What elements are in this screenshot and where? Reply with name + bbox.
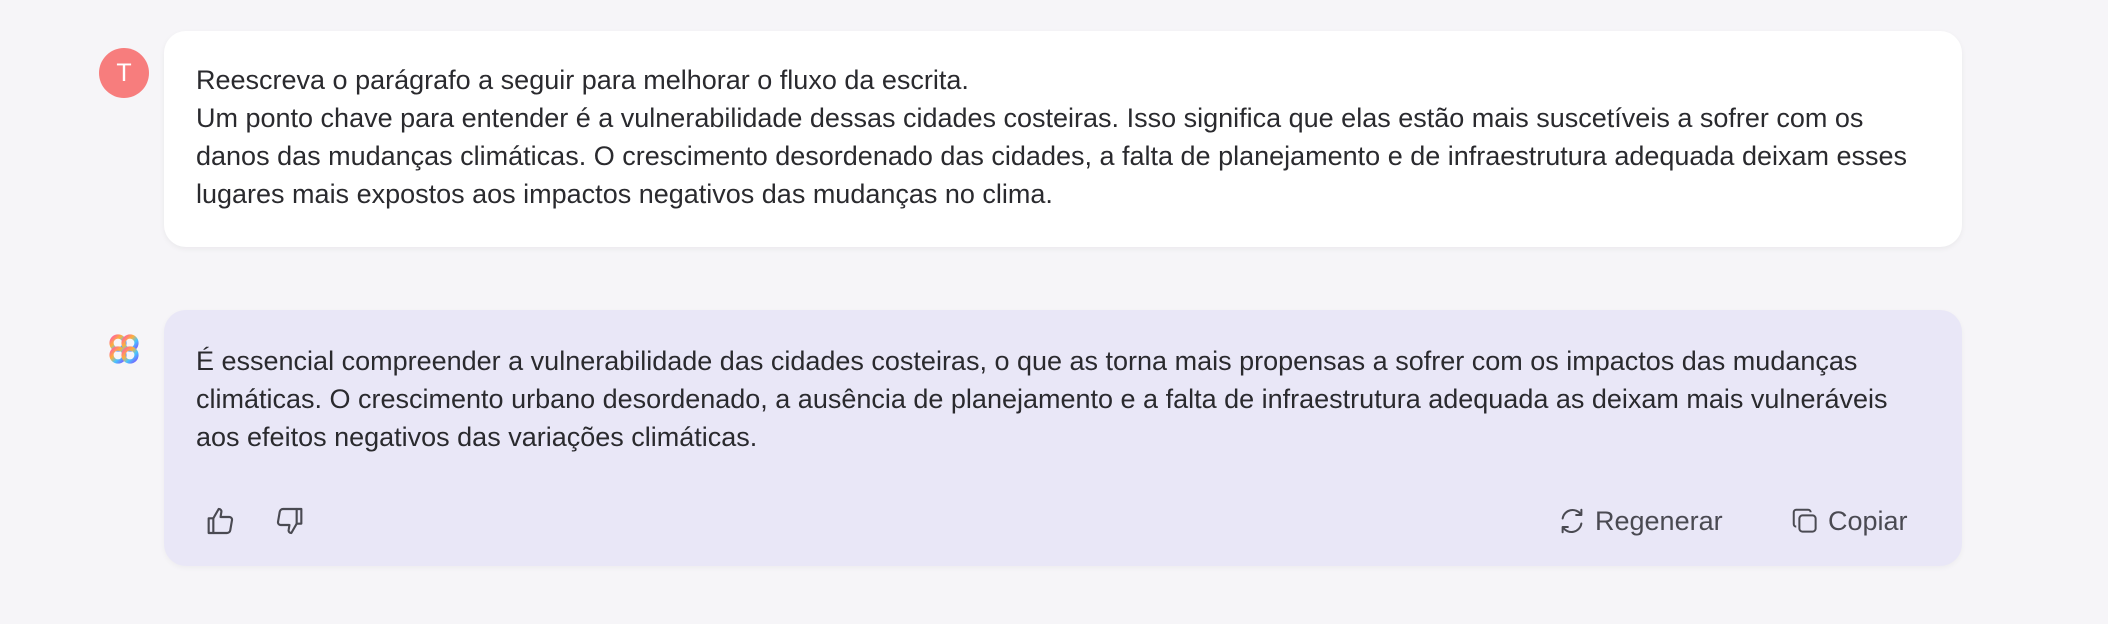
dislike-button[interactable]	[272, 503, 308, 539]
copy-button[interactable]: Copiar	[1790, 503, 1908, 539]
assistant-message-bubble: É essencial compreender a vulnerabilidad…	[164, 310, 1962, 566]
copy-label: Copiar	[1828, 505, 1908, 536]
regenerate-label: Regenerar	[1595, 505, 1723, 536]
message-actions: Regenerar Copiar	[164, 495, 1962, 545]
user-avatar-letter: T	[116, 58, 132, 87]
user-message-bubble: Reescreva o parágrafo a seguir para melh…	[164, 31, 1962, 247]
copy-icon	[1790, 506, 1820, 536]
user-avatar: T	[99, 48, 149, 98]
user-message-text: Reescreva o parágrafo a seguir para melh…	[196, 61, 1917, 213]
assistant-message-text: É essencial compreender a vulnerabilidad…	[196, 346, 1888, 452]
refresh-icon	[1557, 506, 1587, 536]
thumbs-up-icon	[204, 505, 236, 537]
user-message-line-1: Reescreva o parágrafo a seguir para melh…	[196, 65, 969, 95]
user-message-line-2: Um ponto chave para entender é a vulnera…	[196, 103, 1908, 209]
assistant-logo-icon	[104, 329, 144, 369]
thumbs-down-icon	[274, 505, 306, 537]
like-button[interactable]	[202, 503, 238, 539]
regenerate-button[interactable]: Regenerar	[1557, 503, 1723, 539]
